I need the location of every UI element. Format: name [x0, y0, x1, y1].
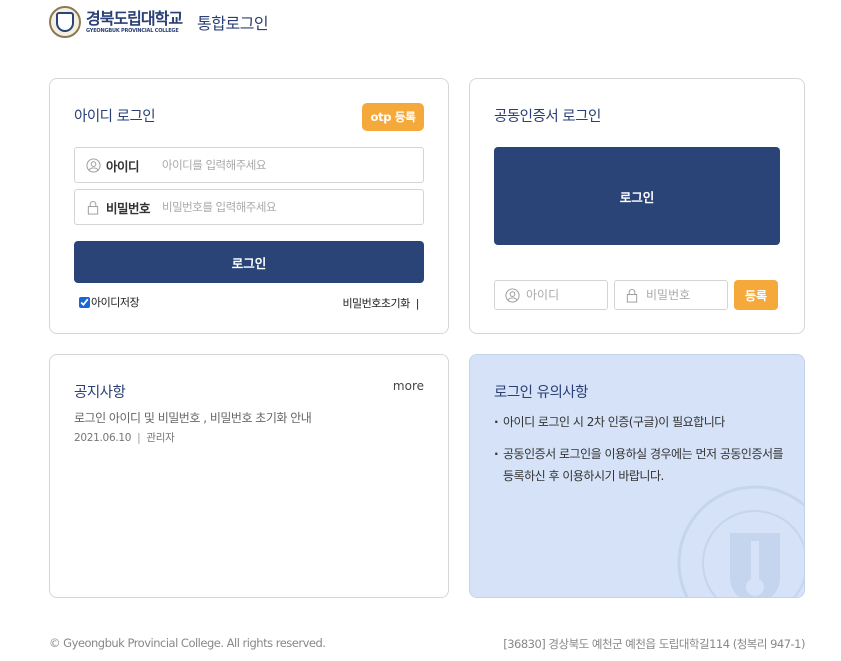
- notice-item-meta: 2021.06.10 | 관리자: [74, 430, 311, 445]
- reset-password-label: 비밀번호초기화: [342, 297, 410, 310]
- lock-icon: [85, 199, 101, 215]
- password-label: 비밀번호: [106, 200, 151, 216]
- save-id-checkbox[interactable]: [79, 296, 90, 308]
- id-label: 아이디: [106, 158, 140, 174]
- id-login-button[interactable]: 로그인: [74, 241, 424, 283]
- id-field[interactable]: 아이디: [74, 147, 424, 183]
- cert-login-panel: 공동인증서 로그인 로그인 등록: [469, 78, 805, 334]
- user-icon: [504, 287, 520, 303]
- cert-password-input[interactable]: [646, 288, 726, 302]
- logo-korean-name: 경북도립대학교: [86, 8, 183, 28]
- password-input[interactable]: [162, 200, 423, 214]
- meta-separator: |: [137, 431, 141, 444]
- logo-english-name: GYEONGBUK PROVINCIAL COLLEGE: [86, 27, 179, 34]
- college-logo[interactable]: 경북도립대학교 GYEONGBUK PROVINCIAL COLLEGE: [86, 8, 183, 35]
- college-seal-watermark: [677, 485, 804, 597]
- cert-login-button[interactable]: 로그인: [494, 147, 780, 245]
- footer-address: [36830] 경상북도 예천군 예천읍 도립대학길114 (청복리 947-1…: [503, 637, 805, 651]
- otp-register-button[interactable]: otp 등록: [362, 103, 424, 131]
- page-title: 통합로그인: [197, 14, 269, 33]
- save-id-label: 아이디저장: [91, 296, 140, 309]
- id-login-title: 아이디 로그인: [74, 109, 156, 125]
- id-input[interactable]: [162, 158, 423, 172]
- header: 경북도립대학교 GYEONGBUK PROVINCIAL COLLEGE 통합로…: [49, 4, 269, 40]
- password-field[interactable]: 비밀번호: [74, 189, 424, 225]
- notice-title: 공지사항: [74, 385, 126, 401]
- id-login-panel: 아이디 로그인 otp 등록 아이디 비밀번호 로그인 아이디저장 비밀번호초기…: [49, 78, 449, 334]
- college-emblem-icon: [49, 6, 81, 38]
- notice-item-title[interactable]: 로그인 아이디 및 비밀번호 , 비밀번호 초기화 안내: [74, 409, 312, 426]
- caution-list: 아이디 로그인 시 2차 인증(구글)이 필요합니다 공동인증서 로그인을 이용…: [494, 411, 789, 497]
- caution-item: 아이디 로그인 시 2차 인증(구글)이 필요합니다: [494, 411, 789, 433]
- caution-title: 로그인 유의사항: [494, 385, 589, 401]
- cert-id-input[interactable]: [526, 288, 606, 302]
- cert-id-field[interactable]: [494, 280, 608, 310]
- caution-item: 공동인증서 로그인을 이용하실 경우에는 먼저 공동인증서를 등록하신 후 이용…: [494, 443, 789, 487]
- link-separator: |: [415, 296, 420, 310]
- notice-item-date: 2021.06.10: [74, 431, 132, 444]
- notice-item-author: 관리자: [146, 432, 175, 444]
- cert-password-field[interactable]: [614, 280, 728, 310]
- reset-password-link[interactable]: 비밀번호초기화 |: [342, 295, 419, 311]
- list-item[interactable]: 로그인 아이디 및 비밀번호 , 비밀번호 초기화 안내 2021.06.10 …: [74, 409, 312, 445]
- login-caution-panel: 로그인 유의사항 아이디 로그인 시 2차 인증(구글)이 필요합니다 공동인증…: [469, 354, 805, 598]
- notice-more-link[interactable]: more: [393, 379, 424, 393]
- footer-copyright: © Gyeongbuk Provincial College. All righ…: [49, 636, 326, 650]
- lock-icon: [624, 287, 640, 303]
- cert-register-button[interactable]: 등록: [734, 280, 778, 310]
- notice-panel: 공지사항 more 로그인 아이디 및 비밀번호 , 비밀번호 초기화 안내 2…: [49, 354, 449, 598]
- save-id-option[interactable]: 아이디저장: [79, 294, 140, 310]
- user-icon: [85, 157, 101, 173]
- cert-login-title: 공동인증서 로그인: [494, 109, 601, 125]
